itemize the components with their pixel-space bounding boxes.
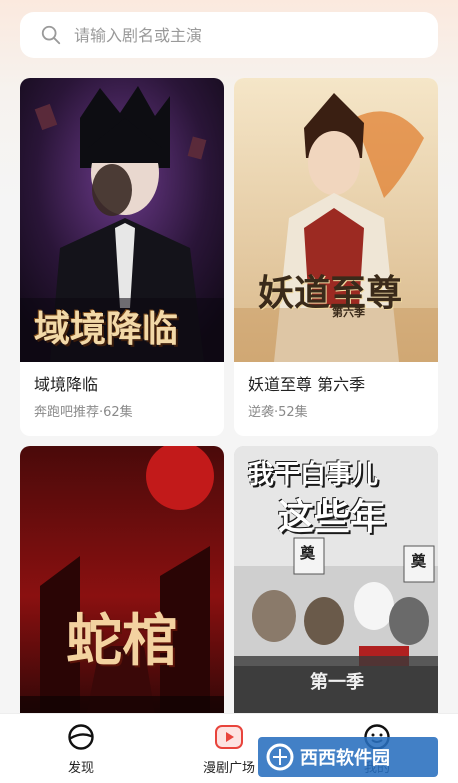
drama-meta: 逆袭·52集 (248, 405, 308, 420)
play-icon (215, 724, 243, 749)
tab-label: 漫剧广场 (202, 760, 255, 776)
poster-title-text: 蛇棺 (66, 608, 178, 674)
tab-discover[interactable]: 发现 (46, 714, 116, 783)
drama-card[interactable]: 妖道至尊 第六季 妖道至尊 第六季 逆袭·52集 (234, 78, 438, 436)
drama-title: 域境降临 (34, 375, 99, 394)
poster-title-text: 妖道至尊 (258, 272, 403, 314)
poster-season-badge: 第一季 (310, 672, 364, 693)
poster-subtitle-text: 第六季 (332, 306, 365, 319)
drama-poster[interactable]: 妖道至尊 第六季 (234, 78, 438, 362)
card-info: 妖道至尊 第六季 逆袭·52集 (234, 362, 438, 436)
search-input[interactable] (74, 25, 404, 45)
watermark: 西西软件园 (258, 737, 438, 777)
poster-title-line1: 我干白事儿 (248, 460, 379, 490)
drama-poster[interactable]: 我干白事儿 这些年 奠 奠 第一季 (234, 446, 438, 746)
poster-title-text: 域境降临 (34, 308, 179, 350)
drama-meta: 奔跑吧推荐·62集 (34, 405, 133, 420)
poster-sign-right: 奠 (411, 552, 427, 570)
drama-poster[interactable]: 蛇棺 (20, 446, 224, 746)
watermark-text: 西西软件园 (300, 748, 390, 769)
card-info: 域境降临 奔跑吧推荐·62集 (20, 362, 224, 436)
search-bar[interactable] (20, 12, 438, 58)
poster-sign-left: 奠 (300, 544, 316, 562)
tab-label: 发现 (67, 760, 94, 776)
drama-poster[interactable]: 域境降临 (20, 78, 224, 362)
tab-comic-plaza[interactable]: 漫剧广场 (193, 714, 265, 783)
compass-icon (68, 723, 94, 750)
drama-card[interactable]: 蛇棺 (20, 446, 224, 746)
drama-card[interactable]: 我干白事儿 这些年 奠 奠 第一季 (234, 446, 438, 746)
poster-title-line2: 这些年 (278, 496, 387, 538)
watermark-logo-icon (266, 743, 294, 771)
drama-card[interactable]: 域境降临 域境降临 奔跑吧推荐·62集 (20, 78, 224, 436)
search-icon (41, 25, 61, 45)
drama-title: 妖道至尊 第六季 (248, 375, 366, 394)
